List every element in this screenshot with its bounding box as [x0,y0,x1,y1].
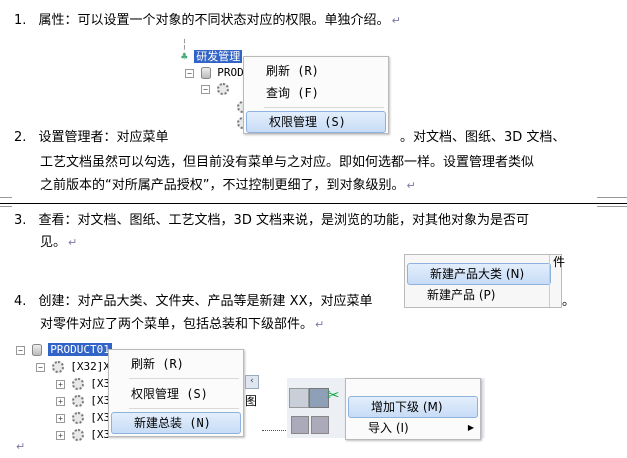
tree-node-product[interactable]: − PRODUCT01 [16,343,112,357]
item-4-line-2: 对零件对应了两个菜单，包括总装和下级部件。 ↵ [40,316,324,334]
item-text: 之前版本的“对所属产品授权”，不过控制更细了，到对象级别。 [40,178,405,193]
figure-1: ╎ ♣ 研发管理 − PROD − 刷新 (R) 查询 (F) 权限管理 (S) [175,38,390,134]
context-menu-3: 刷新 (R) 权限管理 (S) 新建总装 (N) [108,349,244,437]
item-number: 4. [14,294,27,309]
gear-icon [71,412,84,424]
item-text: 工艺文档虽然可以勾选，但目前没有菜单与之对应。即如何选都一样。设置管理者类似 [40,155,535,170]
item-text: 对零件对应了两个菜单，包括总装和下级部件。 [40,317,314,332]
item-text: 查看：对文档、图纸、工艺文档，3D 文档来说，是浏览的功能，对其他对象为是否可 [38,213,529,228]
tree-row[interactable]: + [X3 [56,428,110,442]
expand-icon[interactable]: + [56,379,65,389]
database-icon [31,344,42,356]
collapse-icon[interactable]: − [185,68,194,78]
menu-item-new-category[interactable]: 新建产品大类 (N) [407,263,551,285]
menu-item-refresh[interactable]: 刷新 (R) [109,354,243,374]
item-2-line-1a: 2. 设置管理者：对应菜单 [14,129,169,147]
item-4-line-1a: 4. 创建：对产品大类、文件夹、产品等是新建 XX，对应菜单 [14,293,373,311]
item-text: 设置管理者：对应菜单 [38,130,169,145]
item-2-line-1b: 。对文档、图纸、3D 文档、 [400,129,565,147]
item-4-line-1b: 。 [562,293,575,311]
tree-node-label: PRODUCT01 [48,343,112,356]
menu-item-query[interactable]: 查询 (F) [244,83,388,103]
gear-icon [71,429,84,441]
menu-item-add-sub[interactable]: 增加下级 (M) [348,396,478,418]
gear-icon [71,378,84,390]
figure-3: − PRODUCT01 − [X32]X + [X3 + [X3 + [X3 +… [16,339,261,442]
tree-node-x32[interactable]: − [X32]X [36,360,110,374]
tree-node-label: 研发管理 [194,50,243,63]
item-text: 。对文档、图纸、3D 文档、 [400,130,566,145]
tree-node-label: PROD [217,66,244,79]
toolbar-icon[interactable] [291,416,309,434]
menu-item-refresh[interactable]: 刷新 (R) [244,61,388,81]
collapse-icon[interactable]: − [16,345,25,355]
tree-row[interactable]: + [X3 [56,411,110,425]
menu-item-new-assembly[interactable]: 新建总装 (N) [111,412,241,434]
menu-edge [549,255,550,307]
item-text: 。 [562,294,576,309]
dotted-leader [262,430,286,432]
paragraph-mark: ↵ [16,440,26,453]
menu-item-import[interactable]: 导入 (I) ▶ [346,418,480,438]
menu-item-permission[interactable]: 权限管理 (S) [109,384,243,404]
expand-icon[interactable]: + [56,430,65,440]
item-number: 1. [14,13,27,28]
item-text: 见。 [40,235,67,250]
tree-row[interactable]: + [X3 [56,377,110,391]
menu-item-permission[interactable]: 权限管理 (S) [246,111,386,133]
paragraph-mark: ↵ [68,236,78,249]
menu-separator [129,378,239,379]
tree-node-rd[interactable]: ♣ 研发管理 [181,50,243,64]
gear-icon [71,395,84,407]
tree-node-prod[interactable]: − PROD [185,66,244,80]
database-icon [200,67,211,79]
item-number: 2. [14,130,27,145]
margin-marker-right [597,197,627,207]
expand-icon[interactable]: + [56,413,65,423]
menu-item-new-product[interactable]: 新建产品 (P) [405,285,551,305]
expand-icon[interactable]: + [56,396,65,406]
chevron-left-icon[interactable]: ‹ [245,375,259,389]
paragraph-mark: ↵ [391,14,401,27]
context-menu-4: 增加下级 (M) 导入 (I) ▶ [345,378,481,440]
tree-row[interactable]: + [X3 [56,394,110,408]
scissors-icon[interactable]: ✂ [327,386,340,404]
toolbar-icon[interactable] [309,388,329,408]
margin-marker-left [0,197,12,207]
item-number: 3. [14,213,27,228]
figure-2: 件 新建产品大类 (N) 新建产品 (P) [404,254,566,308]
tree-node-label: [X32]X [70,360,110,373]
paragraph-mark: ↵ [315,318,325,331]
item-3-line-2: 见。 ↵ [40,234,77,252]
tree-node-sub[interactable]: − [201,82,229,96]
item-2-line-3: 之前版本的“对所属产品授权”，不过控制更细了，到对象级别。 ↵ [40,177,416,195]
collapse-icon[interactable]: − [36,362,45,372]
collapse-icon[interactable]: − [201,84,210,94]
org-icon: ♣ [181,50,188,63]
toolbar-icon[interactable] [311,416,329,434]
side-char: 图 [245,394,258,408]
paragraph-mark: ↵ [406,179,416,192]
toolbar-icon[interactable] [289,388,309,408]
menu-separator [264,107,384,108]
figure-4: ✂ 增加下级 (M) 导入 (I) ▶ [287,378,485,440]
item-text: 属性：可以设置一个对象的不同状态对应的权限。单独介绍。 [38,13,390,28]
page-divider [0,203,627,204]
submenu-arrow-icon: ▶ [467,423,474,432]
item-2-line-2: 工艺文档虽然可以勾选，但目前没有菜单与之对应。即如何选都一样。设置管理者类似 [40,154,534,172]
gear-icon [51,361,64,373]
gear-icon [216,83,229,95]
menu-separator [129,408,239,409]
item-text: 创建：对产品大类、文件夹、产品等是新建 XX，对应菜单 [38,294,373,309]
context-menu-1: 刷新 (R) 查询 (F) 权限管理 (S) [243,56,389,134]
item-1: 1. 属性：可以设置一个对象的不同状态对应的权限。单独介绍。 ↵ [14,12,401,30]
text-fragment: 件 [553,255,566,269]
item-3-line-1: 3. 查看：对文档、图纸、工艺文档，3D 文档来说，是浏览的功能，对其他对象为是… [14,212,529,230]
